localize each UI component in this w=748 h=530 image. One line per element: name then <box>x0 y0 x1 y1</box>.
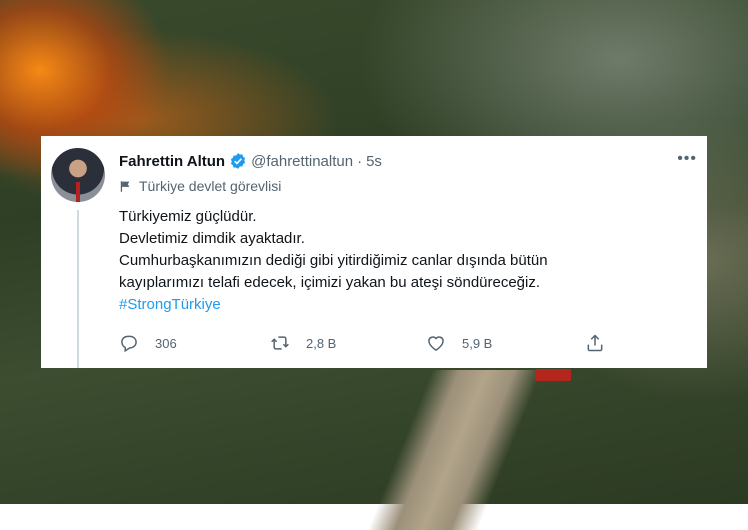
share-button[interactable] <box>585 330 605 356</box>
like-count: 5,9 B <box>462 335 493 351</box>
share-icon <box>587 334 603 352</box>
more-options-icon[interactable]: ••• <box>677 150 697 168</box>
thread-line <box>77 210 79 368</box>
tweet-actions: 306 2,8 B 5,9 B <box>119 330 639 356</box>
like-button[interactable]: 5,9 B <box>426 330 492 356</box>
tweet-card: Fahrettin Altun @fahrettinaltun · 5s •••… <box>41 136 707 368</box>
verified-badge-icon <box>231 153 246 169</box>
tweet-line: Devletimiz dimdik ayaktadır. <box>119 230 305 247</box>
author-name[interactable]: Fahrettin Altun <box>119 153 225 170</box>
tweet-line: Cumhurbaşkanımızın dediği gibi yitirdiği… <box>119 252 548 269</box>
flag-icon <box>120 180 130 192</box>
separator-dot: · <box>357 152 363 170</box>
label-text[interactable]: Türkiye devlet görevlisi <box>139 178 281 194</box>
tweet-timestamp[interactable]: 5s <box>366 153 382 170</box>
author-handle[interactable]: @fahrettinaltun <box>251 153 353 170</box>
tweet-header: Fahrettin Altun @fahrettinaltun · 5s <box>119 151 382 171</box>
tweet-line: kayıplarımızı telafi edecek, içimizi yak… <box>119 274 541 291</box>
fire-truck <box>535 369 571 381</box>
reply-count: 306 <box>155 335 177 351</box>
retweet-icon <box>271 336 289 350</box>
tweet-text: Türkiyemiz güçlüdür. Devletimiz dimdik a… <box>119 206 689 316</box>
retweet-button[interactable]: 2,8 B <box>270 330 336 356</box>
avatar[interactable] <box>51 148 105 202</box>
tweet-line: Türkiyemiz güçlüdür. <box>119 208 257 225</box>
hashtag-link[interactable]: #StrongTürkiye <box>119 294 689 316</box>
heart-icon <box>428 336 444 351</box>
retweet-count: 2,8 B <box>306 335 337 351</box>
government-official-label: Türkiye devlet görevlisi <box>119 178 281 194</box>
reply-icon <box>121 335 137 353</box>
reply-button[interactable]: 306 <box>119 330 177 356</box>
